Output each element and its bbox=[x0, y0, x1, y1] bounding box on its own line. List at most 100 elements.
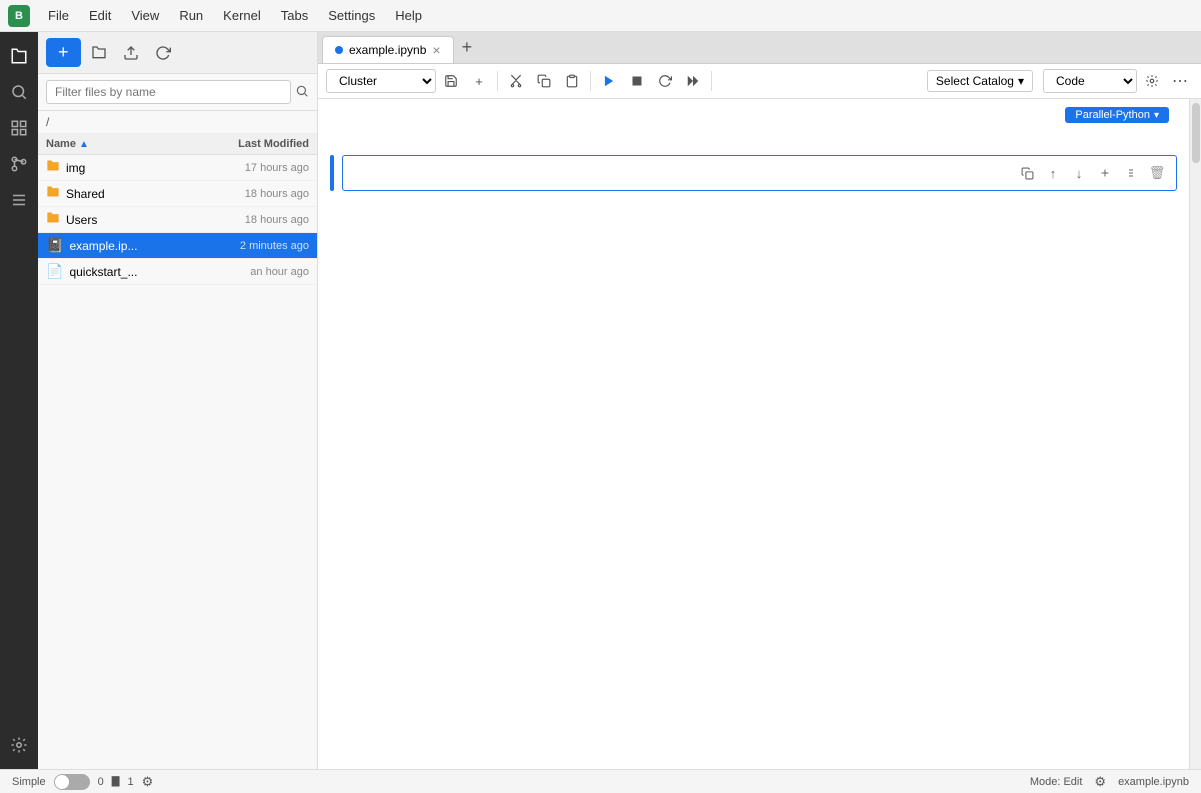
gear-button[interactable] bbox=[1139, 68, 1165, 94]
file-search-bar bbox=[38, 74, 317, 111]
new-button[interactable]: + bbox=[46, 38, 81, 67]
file-icon: 📄 bbox=[46, 263, 63, 280]
file-modified: 18 hours ago bbox=[189, 188, 309, 200]
notebook-scrollbar bbox=[1189, 99, 1201, 769]
cell-container: ↑ ↓ 🗑 bbox=[318, 151, 1189, 195]
search-input[interactable] bbox=[46, 80, 291, 104]
file-name: quickstart_... bbox=[69, 265, 189, 279]
cell-actions: ↑ ↓ 🗑 bbox=[1012, 158, 1172, 188]
sidebar-files-icon[interactable] bbox=[3, 40, 35, 72]
file-name: img bbox=[66, 161, 189, 175]
copy-cell-button[interactable] bbox=[1016, 162, 1038, 184]
kernel-label: Parallel-Python bbox=[1075, 109, 1150, 121]
status-filename: example.ipynb bbox=[1118, 776, 1189, 788]
tab-label: example.ipynb bbox=[349, 43, 426, 57]
select-catalog-label: Select Catalog bbox=[936, 74, 1014, 88]
menu-edit[interactable]: Edit bbox=[81, 6, 119, 25]
search-icon[interactable] bbox=[295, 84, 309, 101]
fast-forward-button[interactable] bbox=[680, 68, 706, 94]
notebook-tab[interactable]: example.ipynb × bbox=[322, 36, 454, 63]
notebook-area: example.ipynb × + Cluster + bbox=[318, 32, 1201, 769]
tab-dot bbox=[335, 46, 343, 54]
select-catalog-button[interactable]: Select Catalog ▾ bbox=[927, 70, 1033, 92]
sidebar-extensions-icon[interactable] bbox=[3, 112, 35, 144]
scrollbar-track[interactable] bbox=[1190, 99, 1201, 769]
status-settings-icon[interactable]: ⚙ bbox=[1094, 774, 1106, 790]
sidebar-git-icon[interactable] bbox=[3, 148, 35, 180]
save-button[interactable] bbox=[438, 68, 464, 94]
sidebar-list-icon[interactable] bbox=[3, 184, 35, 216]
column-name[interactable]: Name ▲ bbox=[46, 138, 189, 150]
notebook-toolbar: Cluster + bbox=[318, 64, 1201, 99]
icon-sidebar bbox=[0, 32, 38, 769]
notebook-content-area: Parallel-Python ▾ bbox=[318, 99, 1201, 769]
list-item[interactable]: Users 18 hours ago bbox=[38, 207, 317, 233]
status-bar: Simple 0 ▇ 1 ⚙ Mode: Edit ⚙ example.ipyn… bbox=[0, 769, 1201, 793]
kernel-arrow-icon: ▾ bbox=[1154, 110, 1159, 121]
status-right: Mode: Edit ⚙ example.ipynb bbox=[1030, 774, 1189, 790]
app-logo: B bbox=[8, 5, 30, 27]
cell-type-select[interactable]: Code Markdown Raw bbox=[1043, 69, 1137, 93]
delete-cell-button[interactable]: 🗑 bbox=[1146, 162, 1168, 184]
settings-icon[interactable]: ⚙ bbox=[142, 774, 154, 790]
file-name: Shared bbox=[66, 187, 189, 201]
simple-toggle[interactable] bbox=[54, 774, 90, 790]
mode-label: Simple bbox=[12, 776, 46, 788]
code-cell[interactable]: ↑ ↓ 🗑 bbox=[342, 155, 1177, 191]
upload-button[interactable] bbox=[117, 39, 145, 67]
add-above-button[interactable] bbox=[1094, 162, 1116, 184]
more-button[interactable]: ⋯ bbox=[1167, 68, 1193, 94]
file-name: Users bbox=[66, 213, 189, 227]
copy-button[interactable] bbox=[531, 68, 557, 94]
line-number: 0 bbox=[98, 776, 104, 788]
tab-close-button[interactable]: × bbox=[432, 43, 440, 57]
menu-run[interactable]: Run bbox=[171, 6, 211, 25]
toggle-thumb bbox=[55, 775, 69, 789]
sidebar-search-icon[interactable] bbox=[3, 76, 35, 108]
refresh-button[interactable] bbox=[149, 39, 177, 67]
add-cell-button[interactable]: + bbox=[466, 68, 492, 94]
col-number: 1 bbox=[127, 776, 133, 788]
menu-settings[interactable]: Settings bbox=[320, 6, 383, 25]
sidebar-settings-icon[interactable] bbox=[3, 729, 35, 761]
notebook-content: Parallel-Python ▾ bbox=[318, 99, 1189, 769]
move-up-button[interactable]: ↑ bbox=[1042, 162, 1064, 184]
menu-file[interactable]: File bbox=[40, 6, 77, 25]
list-item[interactable]: 📄 quickstart_... an hour ago bbox=[38, 259, 317, 285]
folder-icon bbox=[46, 159, 60, 176]
restart-button[interactable] bbox=[652, 68, 678, 94]
folder-icon bbox=[46, 211, 60, 228]
main-layout: + bbox=[0, 32, 1201, 769]
list-item[interactable]: Shared 18 hours ago bbox=[38, 181, 317, 207]
paste-button[interactable] bbox=[559, 68, 585, 94]
menu-kernel[interactable]: Kernel bbox=[215, 6, 269, 25]
file-list-header: Name ▲ Last Modified bbox=[38, 134, 317, 155]
file-panel-toolbar: + bbox=[38, 32, 317, 74]
scrollbar-thumb[interactable] bbox=[1192, 103, 1200, 163]
run-button[interactable] bbox=[596, 68, 622, 94]
toolbar-separator bbox=[711, 71, 712, 91]
add-tab-button[interactable]: + bbox=[454, 33, 481, 62]
cluster-select[interactable]: Cluster bbox=[326, 69, 436, 93]
file-name: example.ip... bbox=[69, 239, 189, 253]
move-down-button[interactable]: ↓ bbox=[1068, 162, 1090, 184]
merge-button[interactable] bbox=[1120, 162, 1142, 184]
file-modified: 18 hours ago bbox=[189, 214, 309, 226]
column-modified: Last Modified bbox=[189, 138, 309, 150]
cut-button[interactable] bbox=[503, 68, 529, 94]
menu-help[interactable]: Help bbox=[387, 6, 430, 25]
file-modified: an hour ago bbox=[189, 266, 309, 278]
menu-view[interactable]: View bbox=[123, 6, 167, 25]
stop-button[interactable] bbox=[624, 68, 650, 94]
edit-mode-label: Mode: Edit bbox=[1030, 776, 1083, 788]
file-panel: + bbox=[38, 32, 318, 769]
file-path: / bbox=[38, 111, 317, 134]
menu-tabs[interactable]: Tabs bbox=[273, 6, 316, 25]
notebook-icon: 📓 bbox=[46, 237, 63, 254]
list-item[interactable]: 📓 example.ip... 2 minutes ago bbox=[38, 233, 317, 259]
toolbar-separator bbox=[497, 71, 498, 91]
list-item[interactable]: img 17 hours ago bbox=[38, 155, 317, 181]
file-modified: 17 hours ago bbox=[189, 162, 309, 174]
open-folder-button[interactable] bbox=[85, 39, 113, 67]
kernel-badge[interactable]: Parallel-Python ▾ bbox=[1065, 107, 1169, 123]
